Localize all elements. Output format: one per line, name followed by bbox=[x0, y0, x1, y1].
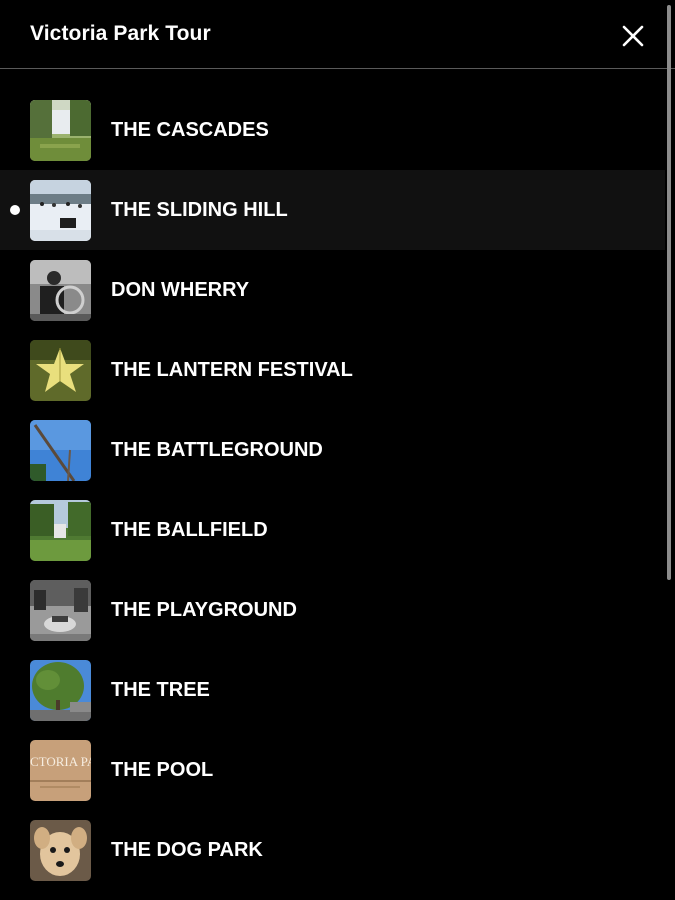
list-item-label: THE DOG PARK bbox=[111, 839, 263, 861]
list-item-pool[interactable]: CTORIA PA THE POOL bbox=[0, 730, 665, 810]
tree-photo bbox=[30, 660, 91, 721]
list-item-sliding-hill[interactable]: THE SLIDING HILL bbox=[0, 170, 665, 250]
list-item-label: THE SLIDING HILL bbox=[111, 199, 288, 221]
list-item-label: THE LANTERN FESTIVAL bbox=[111, 359, 353, 381]
list-item-label: THE CASCADES bbox=[111, 119, 269, 141]
close-icon bbox=[618, 21, 648, 51]
list-item-battleground[interactable]: THE BATTLEGROUND bbox=[0, 410, 665, 490]
close-button[interactable] bbox=[618, 21, 648, 51]
list-item-label: THE BATTLEGROUND bbox=[111, 439, 323, 461]
battleground-photo bbox=[30, 420, 91, 481]
active-indicator-dot bbox=[10, 205, 20, 215]
sliding-hill-photo bbox=[30, 180, 91, 241]
cascades-photo bbox=[30, 100, 91, 161]
ballfield-photo bbox=[30, 500, 91, 561]
pool-sign-photo: CTORIA PA bbox=[30, 740, 91, 801]
header: Victoria Park Tour bbox=[0, 0, 675, 69]
lantern-festival-photo bbox=[30, 340, 91, 401]
list-item-label: THE PLAYGROUND bbox=[111, 599, 297, 621]
list-item-tree[interactable]: THE TREE bbox=[0, 650, 665, 730]
list-item-label: THE POOL bbox=[111, 759, 214, 781]
list-item-playground[interactable]: THE PLAYGROUND bbox=[0, 570, 665, 650]
scrollbar[interactable] bbox=[667, 5, 671, 580]
list-item-cascades[interactable]: THE CASCADES bbox=[0, 90, 665, 170]
don-wherry-photo bbox=[30, 260, 91, 321]
pool-sign-text: CTORIA PA bbox=[30, 754, 91, 769]
list-item-dog-park[interactable]: THE DOG PARK bbox=[0, 810, 665, 890]
list-item-don-wherry[interactable]: DON WHERRY bbox=[0, 250, 665, 330]
list-item-label: THE BALLFIELD bbox=[111, 519, 268, 541]
list-item-ballfield[interactable]: THE BALLFIELD bbox=[0, 490, 665, 570]
page-title: Victoria Park Tour bbox=[30, 22, 211, 45]
stop-list: THE CASCADES THE SLIDING HILL DON WHERRY… bbox=[0, 90, 665, 890]
list-item-label: DON WHERRY bbox=[111, 279, 250, 301]
list-item-label: THE TREE bbox=[111, 679, 210, 701]
list-item-lantern-festival[interactable]: THE LANTERN FESTIVAL bbox=[0, 330, 665, 410]
dog-photo bbox=[30, 820, 91, 881]
playground-photo bbox=[30, 580, 91, 641]
